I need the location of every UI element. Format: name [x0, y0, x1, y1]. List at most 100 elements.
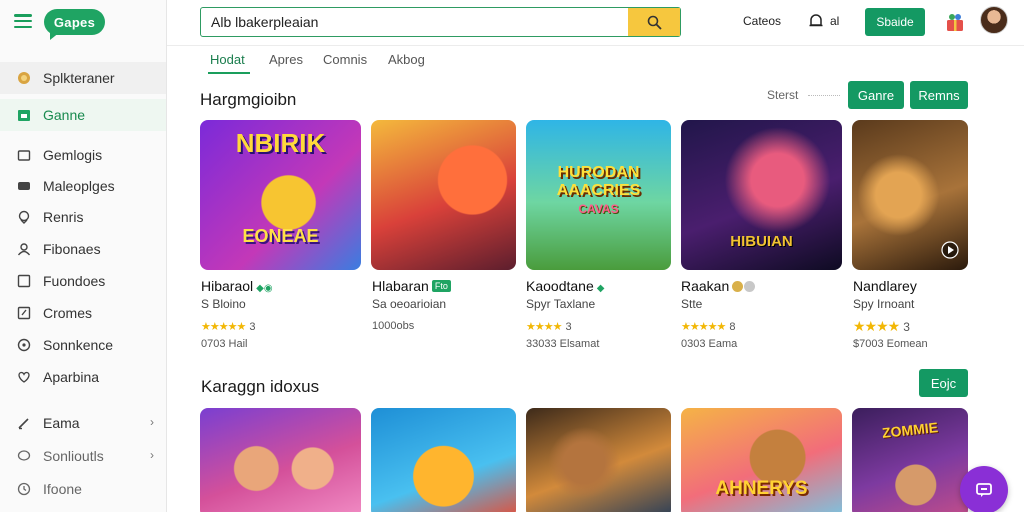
sidebar-item-7[interactable]: Fuondoes — [0, 265, 166, 297]
game-thumbnail[interactable]: ZOMMIE — [852, 408, 968, 512]
game-thumbnail[interactable] — [371, 120, 516, 270]
gift-icon[interactable] — [943, 10, 967, 34]
play-icon[interactable] — [940, 240, 960, 260]
star-icons: ★★★★ — [526, 321, 562, 333]
section-button-1[interactable]: Ganre — [848, 81, 904, 109]
search-icon — [647, 15, 662, 30]
sidebar-item-label: Fuondoes — [43, 273, 106, 289]
game-thumbnail[interactable] — [852, 120, 968, 270]
thumbnail-title: HURODAN AAACRIES — [556, 164, 641, 199]
tab-1[interactable]: Hodat — [210, 52, 245, 67]
chevron-right-icon[interactable]: › — [150, 415, 154, 429]
pen-icon — [16, 415, 32, 431]
search-input[interactable] — [201, 8, 628, 36]
section-button[interactable]: Eojc — [919, 369, 968, 397]
thumbnail-title: NBIRIK — [235, 128, 326, 158]
game-title[interactable]: Hlabaran Fto — [372, 278, 451, 294]
star-icons: ★★★★★ — [201, 321, 246, 333]
header-primary-button[interactable]: Sbaide — [865, 8, 925, 36]
sidebar-item-label: Cromes — [43, 305, 93, 321]
chat-fab-button[interactable] — [960, 466, 1008, 512]
thumbnail-subtitle: EONEAE — [242, 226, 319, 246]
sidebar-item-label: Eama — [43, 415, 80, 431]
rating-value: 3 — [565, 321, 572, 333]
chevron-right-icon[interactable]: › — [150, 448, 154, 462]
thumbnail-title: ZOMMIE — [881, 419, 939, 441]
game-title[interactable]: Kaoodtane ◆ — [526, 278, 604, 294]
heart-icon — [16, 369, 32, 385]
sidebar-item-1[interactable]: Splkteraner — [0, 62, 166, 94]
user-icon — [16, 241, 32, 257]
game-thumbnail[interactable] — [371, 408, 516, 512]
game-thumbnail[interactable]: HIBUIAN — [681, 120, 842, 270]
game-title[interactable]: Nandlarey — [853, 278, 917, 294]
active-tab-indicator — [208, 72, 250, 74]
game-rating: ★★★★★ 3 — [201, 320, 255, 333]
sidebar-item-3[interactable]: Gemlogis — [0, 139, 166, 171]
box-icon — [16, 273, 32, 289]
free-badge: Fto — [431, 280, 451, 292]
sidebar-item-13[interactable]: Ifoone — [0, 473, 166, 505]
verified-icon: ◆◉ — [256, 283, 273, 294]
sidebar-item-10[interactable]: Aparbina — [0, 361, 166, 393]
rating-value: 8 — [729, 321, 736, 333]
section-button-2[interactable]: Remns — [910, 81, 968, 109]
sidebar-item-6[interactable]: Fibonaes — [0, 233, 166, 265]
rating-value: 3 — [249, 321, 256, 333]
sidebar-item-8[interactable]: Cromes — [0, 297, 166, 329]
chat-icon — [16, 448, 32, 464]
sidebar-item-11[interactable]: Eama › — [0, 407, 166, 439]
thumbnail-title: AHNERYS — [715, 478, 808, 499]
bell-icon[interactable] — [808, 12, 824, 30]
game-thumbnail[interactable]: AHNERYS — [681, 408, 842, 512]
store-icon — [16, 107, 32, 123]
coin-icon — [744, 281, 756, 292]
sort-filter[interactable]: Sterst — [767, 88, 798, 102]
game-meta: 33033 Elsamat — [526, 338, 600, 350]
coin-icon — [732, 281, 744, 292]
game-meta: $7003 Eomean — [853, 338, 928, 350]
game-meta: 1000obs — [372, 320, 415, 332]
game-title-text: Raakan — [681, 278, 730, 294]
compass-icon — [16, 337, 32, 353]
search-bar — [200, 7, 681, 37]
game-title[interactable]: Hibaraol ◆◉ — [201, 278, 273, 294]
game-meta: 0703 Hail — [201, 338, 248, 350]
star-icons: ★★★★ — [853, 318, 900, 334]
tab-2[interactable]: Apres — [269, 52, 303, 67]
game-rating: ★★★★ 3 — [526, 320, 572, 333]
game-developer: Spy Irnoant — [853, 297, 915, 311]
avatar[interactable] — [980, 6, 1008, 34]
search-button[interactable] — [628, 8, 680, 36]
game-developer: Spyr Taxlane — [526, 297, 596, 311]
game-thumbnail[interactable]: HURODAN AAACRIES CAVAS — [526, 120, 671, 270]
sidebar-item-label: Aparbina — [43, 369, 100, 385]
tab-4[interactable]: Akbog — [388, 52, 425, 67]
folder-icon — [16, 147, 32, 163]
sidebar-item-9[interactable]: Sonnkence — [0, 329, 166, 361]
sidebar-item-label: Maleoplges — [43, 178, 115, 194]
game-meta: 0303 Eama — [681, 338, 738, 350]
game-title[interactable]: Raakan — [681, 278, 756, 294]
sidebar-item-4[interactable]: Maleoplges — [0, 170, 166, 202]
tab-3[interactable]: Comnis — [323, 52, 367, 67]
section-title: Karaggn idoxus — [201, 377, 320, 396]
section-title: Hargmgioibn — [200, 90, 297, 109]
thumbnail-subtitle: CAVAS — [578, 202, 619, 216]
verified-icon: ◆ — [596, 283, 605, 294]
sidebar-item-label: Renris — [43, 209, 84, 225]
game-thumbnail[interactable] — [526, 408, 671, 512]
star-icons: ★★★★★ — [681, 321, 726, 333]
sidebar-item-5[interactable]: Renris — [0, 201, 166, 233]
header-link[interactable]: Cateos — [743, 14, 781, 28]
edit-icon — [16, 305, 32, 321]
game-thumbnail[interactable]: NBIRIK EONEAE — [200, 120, 361, 270]
header-small-link[interactable]: al — [830, 14, 839, 28]
menu-icon[interactable] — [14, 14, 32, 28]
app-logo[interactable]: Gapes — [44, 9, 105, 35]
sidebar-item-2[interactable]: Ganne — [0, 99, 166, 131]
gamepad-icon — [16, 178, 32, 194]
thumbnail-title: HIBUIAN — [730, 233, 793, 250]
sidebar-item-12[interactable]: Sonlioutls › — [0, 440, 166, 472]
game-thumbnail[interactable] — [200, 408, 361, 512]
